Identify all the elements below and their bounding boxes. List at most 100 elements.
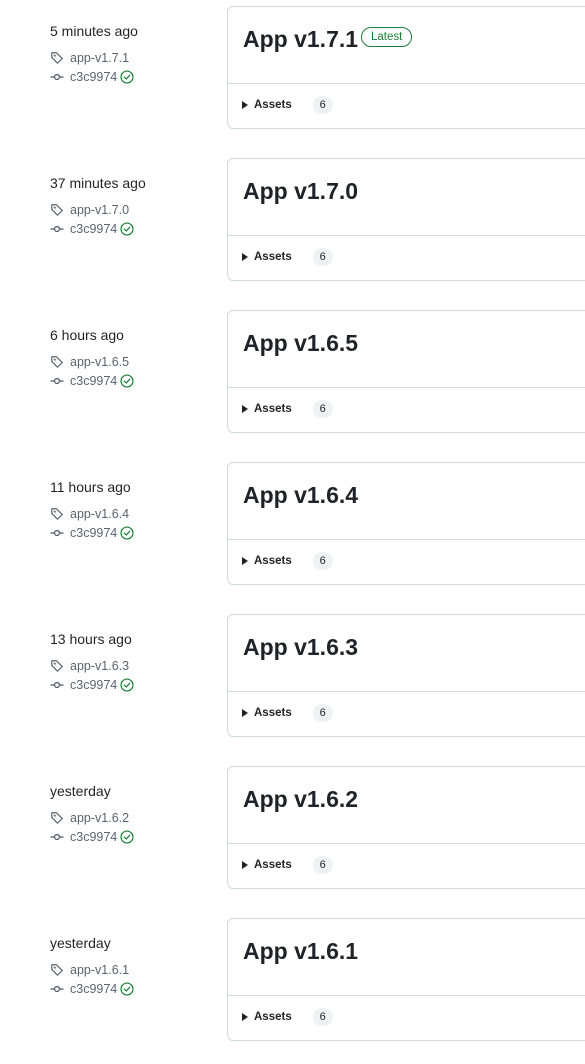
release-tag-link[interactable]: app-v1.6.1: [50, 960, 220, 979]
release-time[interactable]: 37 minutes ago: [50, 174, 220, 192]
release-title[interactable]: App v1.6.5: [243, 329, 358, 357]
release-time[interactable]: 11 hours ago: [50, 478, 220, 496]
release-title[interactable]: App v1.7.1: [243, 25, 358, 53]
release-commit[interactable]: c3c9974: [70, 222, 117, 236]
tag-icon: [50, 203, 64, 217]
disclosure-triangle-icon[interactable]: [242, 405, 248, 413]
check-circle-icon[interactable]: [120, 69, 134, 84]
disclosure-triangle-icon[interactable]: [242, 861, 248, 869]
git-commit-icon: [50, 830, 64, 844]
check-circle-icon[interactable]: [120, 829, 134, 844]
tag-icon: [50, 963, 64, 977]
release-title[interactable]: App v1.7.0: [243, 177, 358, 205]
releases-list: 5 minutes ago app-v1.7.1 c3c9974 App v1.7.1…: [0, 0, 585, 1041]
release-tag-link[interactable]: app-v1.6.5: [50, 352, 220, 371]
assets-label[interactable]: Assets: [254, 99, 292, 111]
release-commit-link[interactable]: c3c9974: [50, 523, 220, 542]
release-commit[interactable]: c3c9974: [70, 982, 117, 996]
release-tag-link[interactable]: app-v1.6.3: [50, 656, 220, 675]
release-item: yesterday app-v1.6.1 c3c9974 App v1.6.1 Asse…: [0, 912, 585, 1064]
release-tag[interactable]: app-v1.6.3: [70, 659, 129, 673]
release-time[interactable]: 5 minutes ago: [50, 22, 220, 40]
release-time[interactable]: 6 hours ago: [50, 326, 220, 344]
assets-label[interactable]: Assets: [254, 1011, 292, 1023]
release-title[interactable]: App v1.6.2: [243, 785, 358, 813]
assets-toggle[interactable]: Assets 6: [242, 247, 333, 267]
release-title[interactable]: App v1.6.3: [243, 633, 358, 661]
check-circle-icon[interactable]: [120, 221, 134, 236]
release-meta: yesterday app-v1.6.2 c3c9974: [50, 782, 220, 846]
assets-toggle[interactable]: Assets 6: [242, 1007, 333, 1027]
release-commit-link[interactable]: c3c9974: [50, 67, 220, 86]
assets-label[interactable]: Assets: [254, 251, 292, 263]
release-card: App v1.6.5 Assets 6: [227, 310, 585, 433]
assets-toggle[interactable]: Assets 6: [242, 703, 333, 723]
assets-label[interactable]: Assets: [254, 555, 292, 567]
release-commit[interactable]: c3c9974: [70, 830, 117, 844]
release-item: 5 minutes ago app-v1.7.1 c3c9974 App v1.7.1…: [0, 0, 585, 152]
release-tag-link[interactable]: app-v1.6.2: [50, 808, 220, 827]
git-commit-icon: [50, 526, 64, 540]
release-commit-link[interactable]: c3c9974: [50, 827, 220, 846]
release-tag[interactable]: app-v1.7.0: [70, 203, 129, 217]
assets-count-badge: 6: [312, 400, 333, 418]
release-commit[interactable]: c3c9974: [70, 678, 117, 692]
release-tag-link[interactable]: app-v1.7.0: [50, 200, 220, 219]
release-commit[interactable]: c3c9974: [70, 374, 117, 388]
release-card: App v1.6.2 Assets 6: [227, 766, 585, 889]
assets-toggle[interactable]: Assets 6: [242, 855, 333, 875]
release-commit-link[interactable]: c3c9974: [50, 219, 220, 238]
latest-badge: Latest: [361, 27, 413, 47]
assets-toggle[interactable]: Assets 6: [242, 399, 333, 419]
release-time[interactable]: yesterday: [50, 782, 220, 800]
release-tag[interactable]: app-v1.6.2: [70, 811, 129, 825]
release-commit[interactable]: c3c9974: [70, 526, 117, 540]
release-time[interactable]: 13 hours ago: [50, 630, 220, 648]
release-tag-link[interactable]: app-v1.7.1: [50, 48, 220, 67]
assets-toggle[interactable]: Assets 6: [242, 551, 333, 571]
release-tag[interactable]: app-v1.6.1: [70, 963, 129, 977]
check-circle-icon[interactable]: [120, 525, 134, 540]
assets-toggle[interactable]: Assets 6: [242, 95, 333, 115]
disclosure-triangle-icon[interactable]: [242, 709, 248, 717]
release-title[interactable]: App v1.6.1: [243, 937, 358, 965]
release-card-header: App v1.6.2: [228, 767, 585, 844]
assets-count-badge: 6: [312, 1008, 333, 1026]
release-card: App v1.6.1 Assets 6: [227, 918, 585, 1041]
assets-label[interactable]: Assets: [254, 403, 292, 415]
assets-label[interactable]: Assets: [254, 707, 292, 719]
release-title[interactable]: App v1.6.4: [243, 481, 358, 509]
assets-count-badge: 6: [312, 704, 333, 722]
release-tag[interactable]: app-v1.6.4: [70, 507, 129, 521]
git-commit-icon: [50, 374, 64, 388]
release-card-header: App v1.6.5: [228, 311, 585, 388]
check-circle-icon[interactable]: [120, 981, 134, 996]
release-commit-link[interactable]: c3c9974: [50, 979, 220, 998]
check-circle-icon[interactable]: [120, 677, 134, 692]
disclosure-triangle-icon[interactable]: [242, 557, 248, 565]
check-circle-icon[interactable]: [120, 373, 134, 388]
disclosure-triangle-icon[interactable]: [242, 253, 248, 261]
release-item: 37 minutes ago app-v1.7.0 c3c9974 App v1.7.…: [0, 152, 585, 304]
release-tag-link[interactable]: app-v1.6.4: [50, 504, 220, 523]
release-tag[interactable]: app-v1.6.5: [70, 355, 129, 369]
tag-icon: [50, 51, 64, 65]
release-card: App v1.7.0 Assets 6: [227, 158, 585, 281]
release-card: App v1.7.1 Latest Assets 6: [227, 6, 585, 129]
assets-count-badge: 6: [312, 96, 333, 114]
release-commit-link[interactable]: c3c9974: [50, 675, 220, 694]
disclosure-triangle-icon[interactable]: [242, 1013, 248, 1021]
release-item: yesterday app-v1.6.2 c3c9974 App v1.6.2 Asse…: [0, 760, 585, 912]
assets-count-badge: 6: [312, 856, 333, 874]
release-tag[interactable]: app-v1.7.1: [70, 51, 129, 65]
release-card-header: App v1.7.1 Latest: [228, 7, 585, 84]
git-commit-icon: [50, 678, 64, 692]
release-meta: yesterday app-v1.6.1 c3c9974: [50, 934, 220, 998]
release-item: 11 hours ago app-v1.6.4 c3c9974 App v1.6.4 A…: [0, 456, 585, 608]
release-time[interactable]: yesterday: [50, 934, 220, 952]
release-card-header: App v1.6.1: [228, 919, 585, 996]
disclosure-triangle-icon[interactable]: [242, 101, 248, 109]
assets-label[interactable]: Assets: [254, 859, 292, 871]
release-commit[interactable]: c3c9974: [70, 70, 117, 84]
release-commit-link[interactable]: c3c9974: [50, 371, 220, 390]
